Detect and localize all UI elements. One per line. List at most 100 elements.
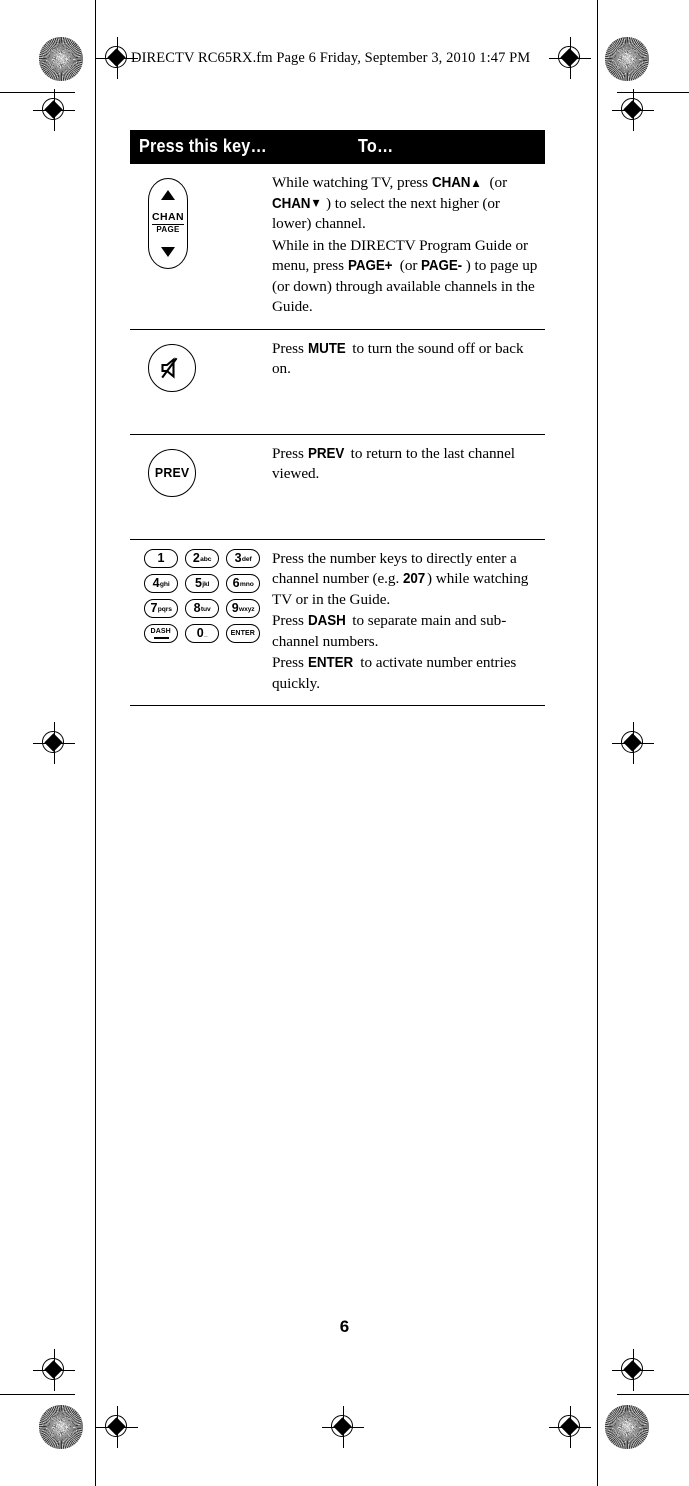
description-cell-mute: Press MUTE to turn the sound off or back…: [268, 330, 545, 434]
keypad-row: DASH 0 _ ENTER: [144, 623, 260, 643]
keypad-key-letters: pqrs: [157, 605, 172, 613]
key-name-emphasis: ENTER: [307, 655, 353, 672]
description-cell-prev: Press PREV to return to the last channel…: [268, 435, 545, 539]
keypad-key-digit: 8: [193, 600, 201, 615]
key-name-emphasis: PAGE+: [347, 258, 393, 275]
keypad-key-digit: 1: [157, 550, 165, 565]
keypad-row: 1 2 abc 3 def: [144, 548, 260, 568]
registration-mark-top-right: [549, 37, 591, 79]
column-header-press-this-key: Press this key…: [139, 135, 267, 156]
color-rosette-top-right: [605, 37, 649, 81]
keypad-key-8[interactable]: 8 tuv: [185, 598, 219, 618]
chan-page-rocker-button[interactable]: CHAN PAGE: [148, 178, 188, 269]
keypad-key-digit: 5: [194, 575, 202, 590]
key-name-emphasis: PREV: [307, 445, 344, 462]
keypad-key-letters: def: [241, 555, 252, 563]
table-header-bar: Press this key… To…: [130, 130, 545, 163]
keypad-key-digit: 0: [196, 625, 204, 640]
description-cell-number-keys: Press the number keys to directly enter …: [268, 540, 545, 706]
keypad-row: 4 ghi 5 jkl 6 mno: [144, 573, 260, 593]
key-art-cell-prev: PREV: [130, 435, 268, 539]
trim-line-left: [95, 0, 96, 1486]
rocker-label: CHAN PAGE: [149, 212, 187, 234]
key-art-cell-chan-page: CHAN PAGE: [130, 164, 268, 329]
keypad-key-digit: 2: [192, 550, 200, 565]
trim-line-bottom-left: [0, 1394, 75, 1395]
keypad-key-0[interactable]: 0 _: [185, 623, 219, 643]
description-cell-chan-page: While watching TV, press CHAN▲ (or CHAN▼…: [268, 164, 545, 329]
keypad-key-label: DASH: [150, 626, 172, 636]
keypad-row: 7 pqrs 8 tuv 9 wxyz: [144, 598, 260, 618]
registration-mark-lower-left: [33, 1349, 75, 1391]
keypad-key-5[interactable]: 5 jkl: [185, 573, 219, 593]
color-rosette-bottom-right: [605, 1405, 649, 1449]
key-art-cell-keypad: 1 2 abc 3 def 4 ghi 5 jkl 6 mno 7 pqrs 8 tuv 9 wxyz DASH 0…: [130, 540, 268, 706]
registration-mark-middle-left: [33, 722, 75, 764]
color-rosette-bottom-left: [39, 1405, 83, 1449]
keypad-key-digit: 7: [150, 600, 158, 615]
column-header-to: To…: [358, 135, 394, 156]
registration-mark-upper-right: [612, 89, 654, 131]
keypad-key-digit: 6: [232, 575, 240, 590]
key-name-emphasis: DASH: [307, 613, 346, 630]
registration-mark-middle-right: [612, 722, 654, 764]
rocker-label-page: PAGE: [156, 225, 180, 234]
table-row-chan-page: CHAN PAGE While watching TV, press CHAN▲…: [130, 163, 545, 329]
registration-mark-lower-right: [612, 1349, 654, 1391]
keypad-key-letters: ghi: [159, 580, 170, 588]
keypad-key-3[interactable]: 3 def: [226, 548, 260, 568]
keypad-key-digit: 4: [152, 575, 160, 590]
table-bottom-rule: [130, 705, 545, 707]
description-paragraph: While watching TV, press CHAN▲ (or CHAN▼…: [272, 174, 508, 233]
description-paragraph: Press the number keys to directly enter …: [272, 549, 529, 608]
triangle-up-icon: ▲: [470, 175, 482, 190]
keypad-key-6[interactable]: 6 mno: [226, 573, 260, 593]
registration-mark-bottom-left: [96, 1406, 138, 1448]
key-name-emphasis: 207: [402, 571, 426, 588]
key-reference-table: Press this key… To… CHAN PAGE While watc…: [130, 130, 545, 707]
mute-button[interactable]: [148, 343, 196, 392]
keypad-key-4[interactable]: 4 ghi: [144, 573, 178, 593]
keypad-key-7[interactable]: 7 pqrs: [144, 598, 178, 618]
key-name-emphasis: CHAN▼: [272, 195, 322, 212]
triangle-down-icon: ▼: [310, 196, 322, 211]
prev-button[interactable]: PREV: [148, 448, 196, 497]
keypad-key-2[interactable]: 2 abc: [185, 548, 219, 568]
description-paragraph: While in the DIRECTV Program Guide or me…: [272, 236, 538, 316]
numeric-keypad: 1 2 abc 3 def 4 ghi 5 jkl 6 mno 7 pqrs 8 tuv 9 wxyz DASH 0…: [144, 548, 260, 649]
keypad-key-letters: tuv: [200, 605, 211, 613]
keypad-key-letters: abc: [200, 555, 212, 563]
trim-line-bottom-right: [617, 1394, 689, 1395]
keypad-key-letters: jkl: [202, 580, 210, 588]
description-paragraph: Press PREV to return to the last channel…: [272, 444, 515, 483]
key-name-emphasis: MUTE: [307, 340, 346, 357]
rocker-label-chan: CHAN: [152, 211, 184, 225]
keypad-key-letters: mno: [239, 580, 254, 588]
chevron-down-icon: [161, 247, 175, 257]
trim-line-right: [597, 0, 598, 1486]
muted-speaker-icon: [161, 356, 178, 379]
description-paragraph: Press DASH to separate main and sub-chan…: [272, 612, 507, 650]
keypad-key-enter[interactable]: ENTER: [226, 623, 260, 643]
keypad-key-digit: 3: [234, 550, 242, 565]
keypad-key-label: ENTER: [230, 628, 256, 638]
keypad-key-letters: _: [203, 630, 208, 638]
registration-mark-upper-left: [33, 89, 75, 131]
table-row-prev: PREV Press PREV to return to the last ch…: [130, 433, 545, 539]
prev-button-label: PREV: [154, 465, 190, 481]
registration-mark-bottom-center: [322, 1406, 364, 1448]
keypad-key-9[interactable]: 9 wxyz: [226, 598, 260, 618]
running-header: DIRECTV RC65RX.fm Page 6 Friday, Septemb…: [131, 50, 531, 66]
key-name-emphasis: PAGE-: [421, 258, 463, 275]
color-rosette-top-left: [39, 37, 83, 81]
keypad-key-dash[interactable]: DASH: [144, 623, 178, 643]
registration-mark-bottom-right: [549, 1406, 591, 1448]
dash-bar-icon: [153, 636, 169, 640]
keypad-key-letters: wxyz: [238, 605, 255, 613]
description-paragraph: Press ENTER to activate number entries q…: [272, 654, 517, 692]
keypad-key-1[interactable]: 1: [144, 548, 178, 568]
keypad-key-digit: 9: [231, 600, 239, 615]
key-name-emphasis: CHAN▲: [431, 175, 482, 191]
table-row-number-keys: 1 2 abc 3 def 4 ghi 5 jkl 6 mno 7 pqrs 8 tuv 9 wxyz DASH 0…: [130, 538, 545, 706]
table-row-mute: Press MUTE to turn the sound off or back…: [130, 328, 545, 434]
